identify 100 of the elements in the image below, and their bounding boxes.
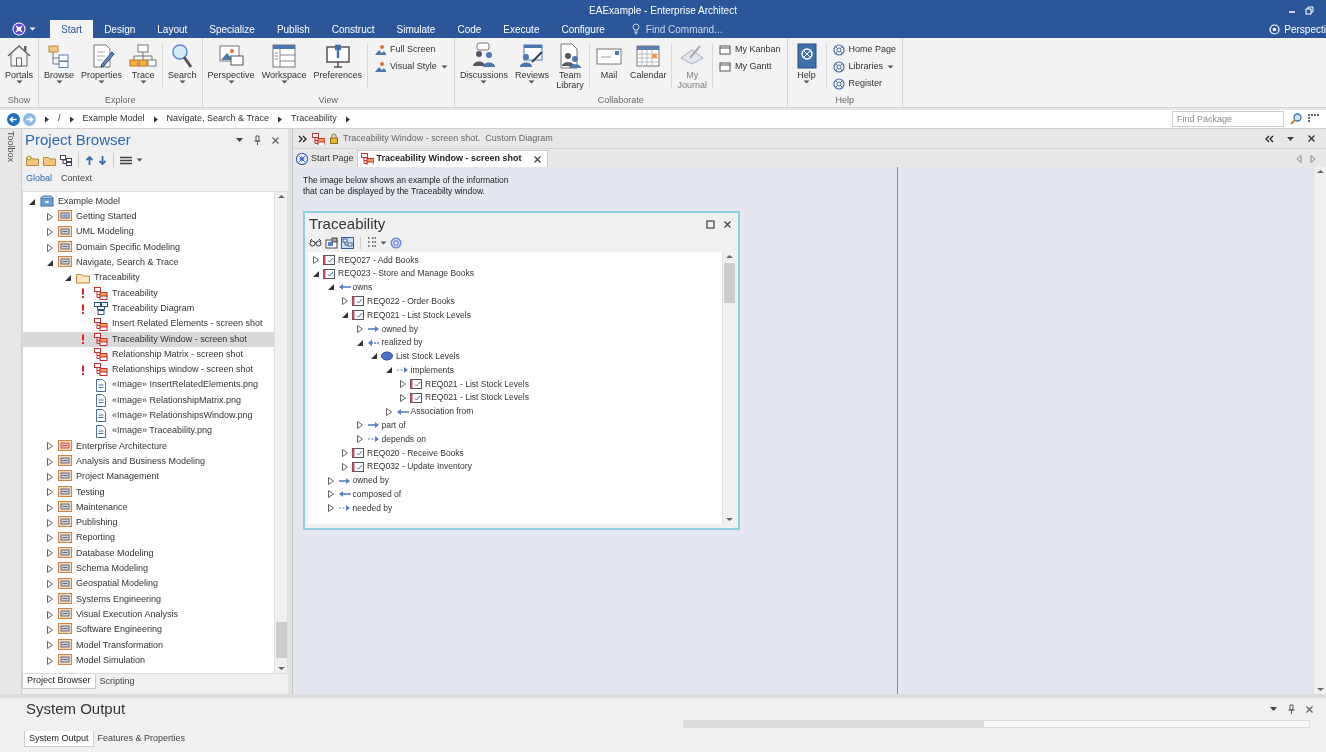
scrollbar[interactable] — [683, 720, 1310, 728]
ribbon-button[interactable]: Workspace — [259, 38, 309, 92]
close-icon[interactable] — [723, 219, 732, 229]
panel-tab[interactable]: Features & Properties — [93, 731, 190, 747]
ribbon-button[interactable]: Discussions — [457, 38, 510, 92]
diagram-icon[interactable] — [60, 154, 72, 166]
expander-icon[interactable] — [45, 594, 55, 605]
dropdown-icon[interactable] — [235, 137, 244, 143]
tree-item[interactable]: Software Engineering — [23, 622, 274, 638]
grid-dots-icon[interactable] — [1308, 114, 1320, 124]
separator-arrow-icon[interactable] — [152, 115, 159, 123]
caret-icon[interactable] — [15, 80, 23, 84]
tree-item[interactable]: Maintenance — [23, 499, 274, 516]
expander-icon[interactable] — [45, 533, 55, 544]
tree-item[interactable]: part of — [354, 418, 406, 433]
tree-item[interactable]: Example Model — [23, 194, 274, 210]
search-icon[interactable] — [1290, 113, 1302, 125]
caret-icon[interactable] — [280, 80, 288, 84]
expander-icon[interactable] — [45, 640, 55, 651]
tree-item[interactable]: REQ023 - Store and Manage Books — [311, 266, 475, 281]
ribbon-tab[interactable]: Publish — [265, 20, 321, 38]
ribbon-tab[interactable]: Configure — [550, 20, 616, 38]
ribbon-button[interactable]: Help — [790, 38, 823, 92]
expander-icon[interactable] — [45, 655, 55, 666]
find-command-field[interactable]: Find Command... — [645, 21, 756, 37]
caret-icon[interactable] — [480, 80, 488, 84]
ribbon-small-button[interactable]: Full Screen — [374, 42, 448, 57]
panel-tab[interactable]: System Output — [24, 731, 94, 747]
separator-arrow-icon[interactable] — [44, 115, 50, 123]
caret-icon[interactable] — [178, 80, 186, 84]
pin-icon[interactable] — [1287, 704, 1296, 714]
close-icon[interactable] — [1307, 134, 1316, 143]
expander-icon[interactable] — [354, 434, 365, 445]
ribbon-tab[interactable]: Start — [50, 20, 94, 38]
double-chevron-icon[interactable] — [298, 134, 307, 143]
breadcrumb-item[interactable]: / — [58, 112, 61, 126]
breadcrumb-item[interactable]: Example Model — [82, 112, 145, 126]
caret-icon[interactable] — [528, 80, 536, 84]
menu-icon[interactable] — [120, 155, 132, 165]
tree-item[interactable]: Publishing — [23, 515, 274, 531]
caret-icon[interactable] — [29, 27, 36, 31]
tree-item[interactable]: depends on — [354, 432, 426, 447]
expander-icon[interactable] — [325, 475, 336, 486]
separator-arrow-icon[interactable] — [277, 115, 284, 123]
tree-item[interactable]: composed of — [325, 487, 402, 502]
tree-item[interactable]: REQ021 - List Stock Levels — [340, 308, 471, 322]
find-package-field[interactable]: Find Package — [1172, 111, 1284, 127]
collapse-icon[interactable] — [1265, 134, 1274, 143]
expander-icon[interactable] — [45, 472, 55, 482]
tree-item[interactable]: implements — [383, 363, 454, 378]
document-tab[interactable]: Start Page — [293, 150, 357, 167]
expander-icon[interactable] — [354, 420, 365, 431]
tree-item[interactable]: Project Management — [23, 469, 274, 485]
ribbon-button[interactable]: Preferences — [311, 38, 364, 92]
tree-item[interactable]: REQ022 - Order Books — [340, 294, 455, 309]
scrollbar[interactable] — [1313, 167, 1326, 694]
tree-item[interactable]: Insert Related Elements - screen shot — [23, 316, 274, 332]
expander-icon[interactable] — [45, 487, 55, 498]
caret-icon[interactable] — [227, 80, 235, 84]
tree-item[interactable]: owned by — [354, 322, 418, 336]
ribbon-button[interactable]: Search — [166, 38, 199, 92]
expander-icon[interactable] — [354, 323, 365, 334]
tree-item[interactable]: «Image» Traceability.png — [23, 423, 274, 439]
new-package-icon[interactable] — [26, 154, 39, 166]
expander-icon[interactable] — [45, 548, 55, 559]
tree-item[interactable]: «Image» InsertRelatedElements.png — [23, 377, 274, 393]
tree-item[interactable]: owned by — [325, 473, 389, 488]
scrollbar[interactable] — [274, 192, 287, 673]
tree-item[interactable]: Traceability — [23, 270, 274, 286]
tree-item[interactable]: Navigate, Search & Trace — [23, 255, 274, 271]
ribbon-button[interactable]: Reviews — [512, 38, 551, 92]
tree-item[interactable]: needed by — [325, 501, 393, 516]
back-icon[interactable] — [7, 112, 20, 126]
tree-item[interactable]: REQ020 - Receive Books — [340, 446, 464, 460]
ribbon-small-button[interactable]: Visual Style — [374, 59, 448, 74]
tree-item[interactable]: Database Modeling — [23, 545, 274, 562]
tree-item[interactable]: Visual Execution Analysis — [23, 607, 274, 623]
tree-item[interactable]: owns — [325, 280, 373, 295]
caret-icon[interactable] — [98, 80, 106, 84]
expander-icon[interactable] — [311, 254, 321, 265]
tree-item[interactable]: Reporting — [23, 530, 274, 546]
tree-item[interactable]: REQ021 - List Stock Levels — [398, 377, 529, 391]
arrow-down-icon[interactable] — [98, 154, 107, 166]
panel-tab[interactable]: Project Browser — [22, 674, 96, 689]
expander-icon[interactable] — [45, 502, 55, 513]
close-icon[interactable] — [532, 154, 542, 164]
close-icon[interactable] — [1305, 704, 1314, 714]
expander-icon[interactable] — [45, 456, 55, 467]
ribbon-small-button[interactable]: Home Page — [832, 42, 897, 57]
ribbon-button[interactable]: Trace — [127, 38, 160, 92]
tree-item[interactable]: Geospatial Modeling — [23, 576, 274, 592]
ribbon-button[interactable]: Portals — [3, 38, 35, 92]
caret-icon[interactable] — [887, 64, 894, 69]
expander-icon[interactable] — [45, 563, 55, 574]
dropdown-icon[interactable] — [1286, 135, 1295, 142]
ribbon-button[interactable]: Mail — [592, 38, 625, 92]
ribbon-small-button[interactable]: My Kanban — [718, 42, 781, 57]
eye-icon[interactable] — [1269, 23, 1281, 35]
expander-icon[interactable] — [45, 227, 55, 238]
arrow-up-icon[interactable] — [85, 154, 94, 166]
